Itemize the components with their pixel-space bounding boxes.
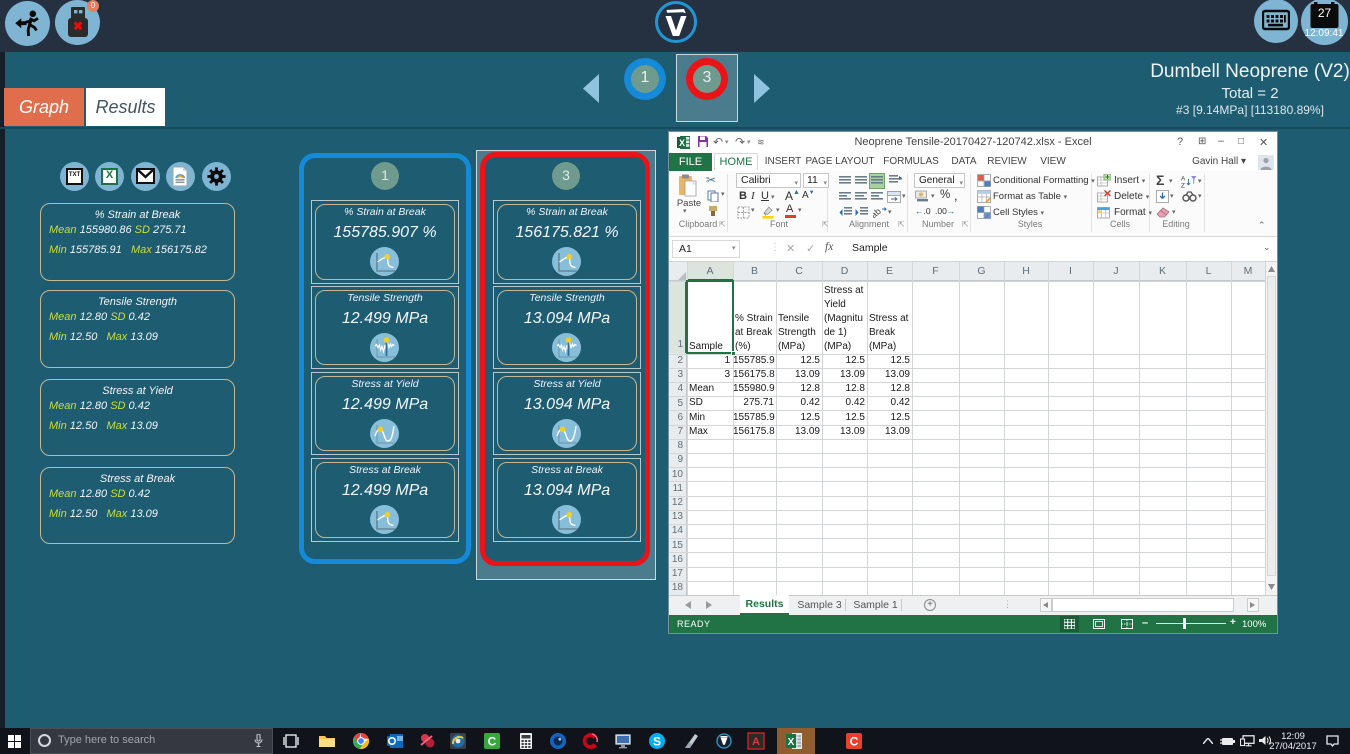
svg-text:A: A	[1181, 176, 1186, 183]
svg-text:X: X	[788, 737, 795, 748]
svg-text:A: A	[752, 736, 760, 748]
svg-text:Z: Z	[1181, 183, 1185, 189]
svg-text:C: C	[850, 735, 859, 749]
svg-text:C: C	[488, 735, 497, 749]
svg-text:ab: ab	[873, 206, 883, 219]
svg-text:S: S	[653, 735, 661, 749]
